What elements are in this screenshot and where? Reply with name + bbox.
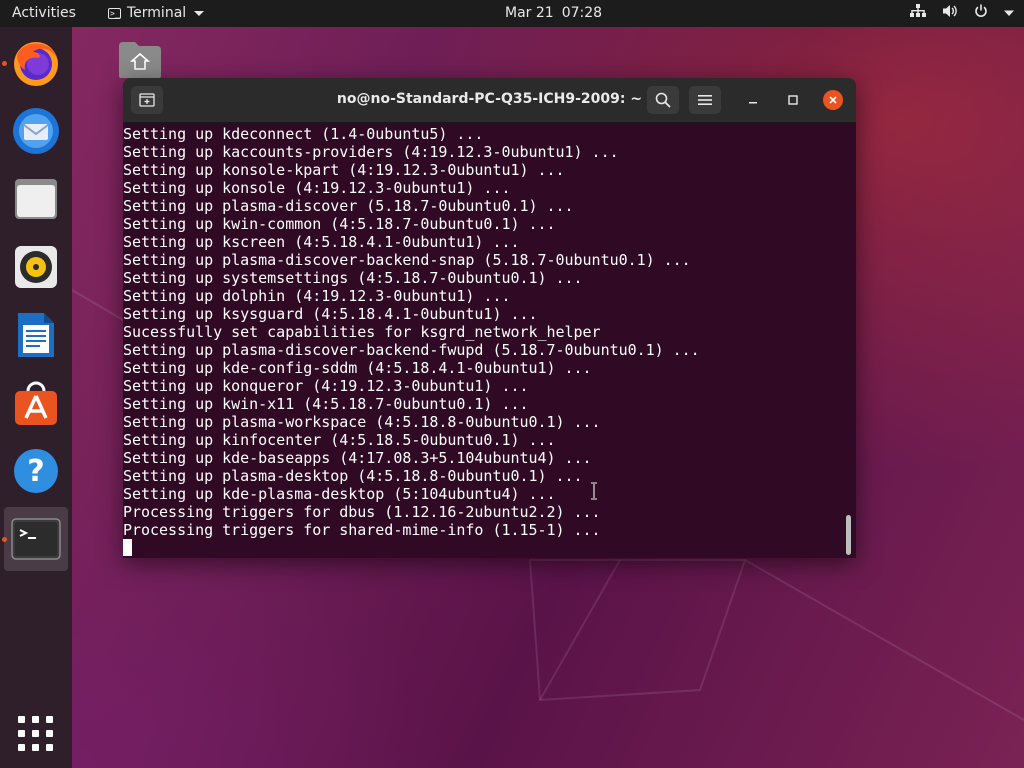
dock-item-software[interactable]	[4, 371, 68, 435]
terminal-line: Processing triggers for dbus (1.12.16-2u…	[123, 503, 601, 521]
writer-icon	[18, 313, 54, 357]
scrollbar[interactable]	[846, 515, 851, 555]
terminal-line: Setting up kscreen (4:5.18.4.1-0ubuntu1)…	[123, 233, 520, 251]
thunderbird-icon	[13, 108, 59, 154]
grid-icon	[18, 716, 25, 723]
terminal-line: Setting up konsole-kpart (4:19.12.3-0ubu…	[123, 161, 565, 179]
close-button[interactable]	[823, 90, 843, 110]
top-bar: Activities >_ Terminal Mar 21 07:28	[0, 0, 1024, 27]
dock-item-writer[interactable]	[4, 303, 68, 367]
search-icon	[655, 92, 671, 108]
terminal-line: Setting up konsole (4:19.12.3-0ubuntu1) …	[123, 179, 511, 197]
help-icon: ?	[14, 449, 58, 493]
maximize-icon	[788, 95, 798, 105]
terminal-line: Setting up dolphin (4:19.12.3-0ubuntu1) …	[123, 287, 511, 305]
close-icon	[829, 96, 837, 104]
menu-button[interactable]	[689, 86, 721, 114]
terminal-line: Setting up kaccounts-providers (4:19.12.…	[123, 143, 619, 161]
svg-text:?: ?	[27, 454, 44, 489]
system-tray[interactable]	[910, 4, 1014, 22]
home-folder-icon	[119, 42, 161, 78]
show-applications-button[interactable]	[18, 716, 54, 752]
chevron-down-icon	[1004, 5, 1014, 21]
software-icon	[15, 381, 57, 425]
terminal-line: Setting up kde-baseapps (4:17.08.3+5.104…	[123, 449, 592, 467]
chevron-down-icon	[194, 10, 205, 16]
dock-item-help[interactable]: ?	[4, 439, 68, 503]
terminal-line: Setting up kdeconnect (1.4-0ubuntu5) ...	[123, 125, 484, 143]
volume-icon	[942, 4, 958, 22]
app-menu-label: Terminal	[127, 5, 187, 21]
running-indicator	[2, 537, 7, 542]
dock-item-thunderbird[interactable]	[4, 99, 68, 163]
terminal-icon	[11, 518, 61, 560]
search-button[interactable]	[647, 86, 679, 114]
activities-button[interactable]: Activities	[12, 5, 76, 21]
terminal-line: Setting up kwin-common (4:5.18.7-0ubuntu…	[123, 215, 556, 233]
dock: ?	[0, 27, 72, 768]
dock-item-files[interactable]	[4, 167, 68, 231]
terminal-line: Setting up plasma-workspace (4:5.18.8-0u…	[123, 413, 601, 431]
terminal-prompt-line[interactable]	[123, 539, 843, 557]
text-cursor	[123, 539, 132, 556]
dock-item-firefox[interactable]	[4, 31, 68, 95]
terminal-line: Sucessfully set capabilities for ksgrd_n…	[123, 323, 601, 341]
terminal-headerbar[interactable]: no@no-Standard-PC-Q35-ICH9-2009: ~	[123, 78, 856, 123]
terminal-line: Setting up kinfocenter (4:5.18.5-0ubuntu…	[123, 431, 556, 449]
dock-item-rhythmbox[interactable]	[4, 235, 68, 299]
power-icon	[974, 4, 988, 22]
rhythmbox-icon	[15, 246, 57, 288]
terminal-line: Setting up plasma-discover-backend-fwupd…	[123, 341, 700, 359]
terminal-line: Setting up konqueror (4:19.12.3-0ubuntu1…	[123, 377, 529, 395]
dock-item-terminal[interactable]	[4, 507, 68, 571]
minimize-button[interactable]	[743, 90, 763, 110]
clock-time: 07:28	[561, 5, 603, 21]
terminal-icon: >_	[108, 7, 121, 19]
terminal-line: Processing triggers for shared-mime-info…	[123, 521, 601, 539]
firefox-icon	[14, 42, 58, 86]
mouse-ibeam-cursor	[591, 482, 597, 500]
app-menu[interactable]: >_ Terminal	[108, 5, 205, 21]
terminal-line: Setting up plasma-discover (5.18.7-0ubun…	[123, 197, 574, 215]
desktop-home-folder[interactable]	[117, 40, 163, 80]
maximize-button[interactable]	[783, 90, 803, 110]
terminal-window[interactable]: no@no-Standard-PC-Q35-ICH9-2009: ~ Setti…	[123, 78, 856, 558]
clock[interactable]: Mar 21 07:28	[505, 5, 602, 21]
terminal-line: Setting up systemsettings (4:5.18.7-0ubu…	[123, 269, 583, 287]
hamburger-icon	[698, 95, 712, 105]
network-icon	[910, 4, 926, 22]
terminal-line: Setting up plasma-discover-backend-snap …	[123, 251, 691, 269]
terminal-line: Setting up kde-config-sddm (4:5.18.4.1-0…	[123, 359, 592, 377]
minimize-icon	[749, 102, 757, 104]
terminal-line: Setting up kwin-x11 (4:5.18.7-0ubuntu0.1…	[123, 395, 529, 413]
running-indicator	[2, 61, 7, 66]
files-icon	[15, 179, 57, 219]
terminal-line: Setting up ksysguard (4:5.18.4.1-0ubuntu…	[123, 305, 538, 323]
terminal-line: Setting up plasma-desktop (4:5.18.8-0ubu…	[123, 467, 583, 485]
terminal-line: Setting up kde-plasma-desktop (5:104ubun…	[123, 485, 556, 503]
clock-date: Mar 21	[505, 5, 554, 21]
terminal-output[interactable]: Setting up kdeconnect (1.4-0ubuntu5) ...…	[123, 125, 843, 558]
